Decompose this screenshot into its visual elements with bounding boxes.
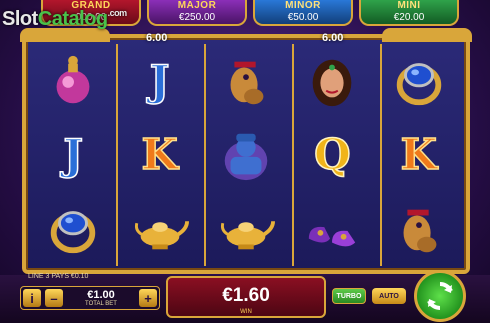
camel-icon xyxy=(230,61,264,105)
jackpot-value: €20.00 xyxy=(393,12,425,23)
autoplay-button[interactable]: AUTO xyxy=(372,288,406,304)
win-amount: €1.60 xyxy=(222,285,270,306)
magic-lamp-icon xyxy=(220,221,275,250)
symbol-sapphire-ring xyxy=(30,192,116,266)
symbol-perfume-bottle xyxy=(30,44,116,118)
symbol-magic-lamp xyxy=(203,192,289,266)
symbol-letter: Q xyxy=(313,130,351,179)
spin-button[interactable] xyxy=(414,270,466,322)
watermark-com: .com xyxy=(107,8,128,18)
watermark: SlotCatalog.com xyxy=(2,8,127,31)
symbol-camel xyxy=(203,44,289,118)
symbol-letter: K xyxy=(400,130,438,179)
jackpot-name: MAJOR xyxy=(177,0,217,11)
spin-arrows-icon xyxy=(427,281,453,311)
reel-multiplier: 6.00 xyxy=(146,32,168,44)
watermark-slot: Slot xyxy=(2,8,38,30)
magic-lamp-icon xyxy=(134,221,189,250)
bet-display: €1.00 TOTAL BET xyxy=(65,288,137,307)
symbol-letter: J xyxy=(63,130,84,179)
symbol-magic-lamp xyxy=(116,192,202,266)
jackpot-minor: MINOR €50.00 xyxy=(253,0,353,26)
jackpot-major: MAJOR €250.00 xyxy=(147,0,247,26)
bet-increase-button[interactable]: + xyxy=(139,289,157,307)
sapphire-ring-icon xyxy=(396,63,442,106)
jackpot-value: €250.00 xyxy=(178,12,216,23)
symbol-k: K xyxy=(116,118,202,192)
sapphire-ring-icon xyxy=(50,211,96,254)
watermark-catalog: Catalog xyxy=(37,8,108,30)
princess-icon xyxy=(313,59,352,107)
symbol-sapphire-ring xyxy=(376,44,462,118)
reel-grid: JJKQK xyxy=(30,44,462,266)
jackpot-name: MINI xyxy=(397,0,421,11)
symbol-k: K xyxy=(376,118,462,192)
bet-decrease-button[interactable]: – xyxy=(45,289,63,307)
frame-ornament xyxy=(382,28,472,42)
bet-value: €1.00 xyxy=(87,288,115,301)
perfume-bottle-icon xyxy=(56,55,90,104)
reel-frame: 6.00 6.00 JJKQK xyxy=(20,28,472,274)
jackpot-mini: MINI €20.00 xyxy=(359,0,459,26)
jackpot-name: MINOR xyxy=(285,0,321,11)
symbol-letter: K xyxy=(141,130,179,179)
bet-panel: i – €1.00 TOTAL BET + xyxy=(20,286,160,310)
symbol-q: Q xyxy=(289,118,375,192)
win-label: WIN xyxy=(240,309,252,315)
turbo-button[interactable]: TURBO xyxy=(332,288,366,304)
symbol-camel xyxy=(376,192,462,266)
symbol-letter: J xyxy=(149,56,170,105)
symbol-slippers xyxy=(289,192,375,266)
jackpot-value: €50.00 xyxy=(287,12,319,23)
win-panel: €1.60 WIN xyxy=(166,276,326,318)
reel-multiplier: 6.00 xyxy=(322,32,344,44)
genie-icon xyxy=(224,133,268,181)
info-button[interactable]: i xyxy=(23,289,41,307)
symbol-princess xyxy=(289,44,375,118)
slippers-icon xyxy=(309,226,356,247)
bet-label: TOTAL BET xyxy=(85,300,117,307)
symbol-j: J xyxy=(30,118,116,192)
camel-icon xyxy=(403,209,437,253)
symbol-j: J xyxy=(116,44,202,118)
symbol-genie xyxy=(203,118,289,192)
payline-status: LINE 3 PAYS €0.10 xyxy=(28,273,89,280)
